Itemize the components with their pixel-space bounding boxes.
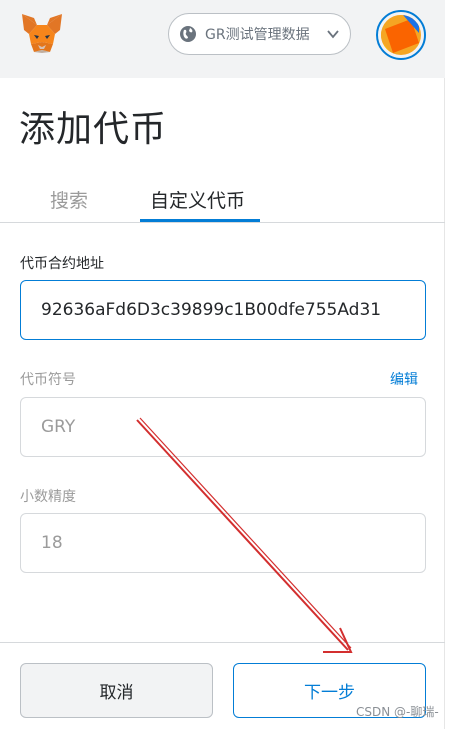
decimals-label: 小数精度: [20, 489, 76, 505]
active-tab-indicator: [140, 219, 260, 222]
contract-address-label: 代币合约地址: [20, 256, 104, 272]
cancel-button[interactable]: 取消: [20, 663, 213, 718]
metamask-popup: GR测试管理数据 添加代币 搜索 自定义代币 代币合约地址 92636aFd6D…: [0, 0, 445, 729]
token-symbol-input[interactable]: GRY: [20, 397, 426, 457]
network-selector[interactable]: GR测试管理数据: [168, 13, 351, 55]
edit-symbol-link[interactable]: 编辑: [390, 369, 418, 389]
decimals-input[interactable]: 18: [20, 513, 426, 573]
contract-address-input[interactable]: 92636aFd6D3c39899c1B00dfe755Ad31: [20, 280, 426, 340]
tab-search[interactable]: 搜索: [50, 186, 88, 213]
watermark: CSDN @-聊瑞-: [356, 705, 439, 719]
network-label: GR测试管理数据: [205, 27, 310, 43]
identicon: [381, 15, 419, 53]
chevron-down-icon: [327, 30, 339, 39]
footer-divider: [0, 642, 445, 643]
page-title: 添加代币: [19, 109, 168, 150]
header-bar: GR测试管理数据: [0, 0, 445, 78]
account-avatar[interactable]: [376, 10, 426, 60]
token-symbol-label: 代币符号: [20, 372, 76, 388]
tab-bar: 搜索 自定义代币: [0, 178, 445, 223]
tab-custom-token[interactable]: 自定义代币: [150, 186, 245, 213]
page-edge: [445, 0, 458, 729]
globe-icon: [180, 26, 196, 42]
metamask-fox-icon[interactable]: [20, 12, 64, 54]
